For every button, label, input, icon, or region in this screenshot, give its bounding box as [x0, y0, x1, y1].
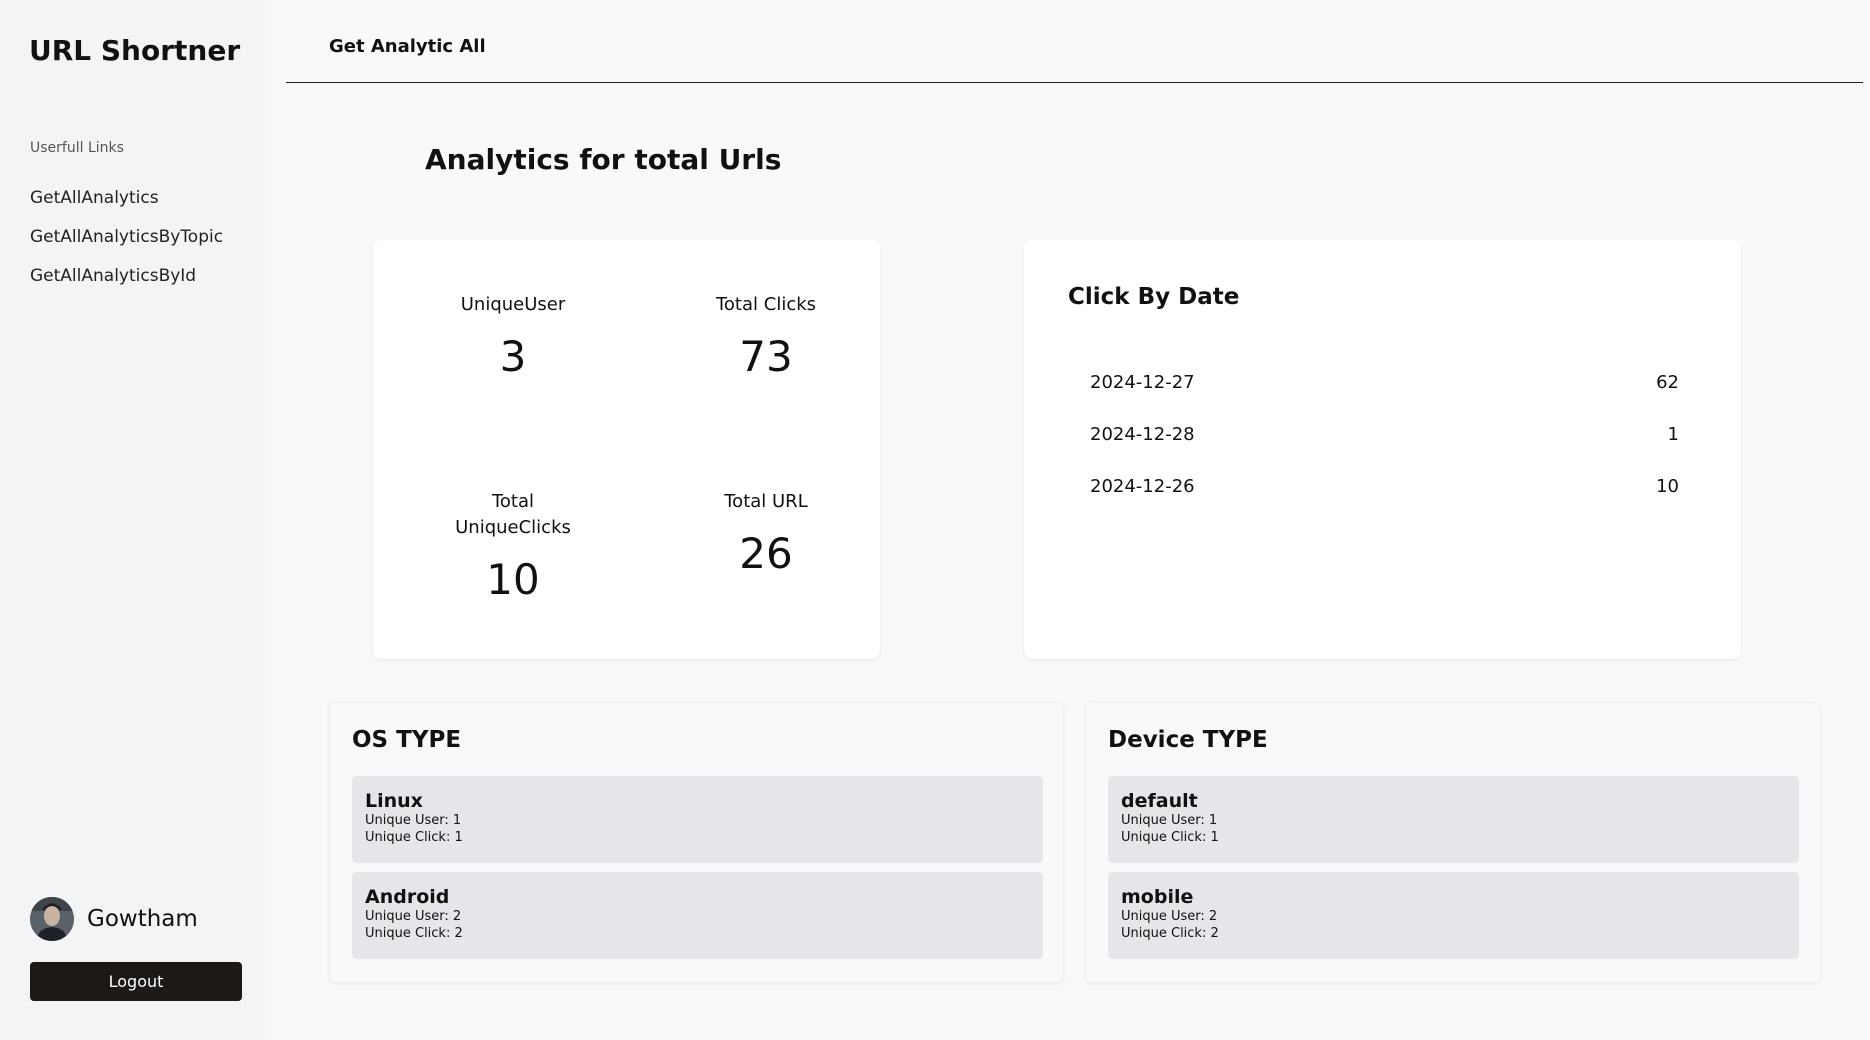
page-title: Analytics for total Urls	[425, 143, 782, 176]
date-row: 2024-12-27 62	[1090, 372, 1679, 393]
unique-click-text: Unique Click: 1	[365, 830, 463, 845]
stat-value: 26	[739, 529, 793, 578]
unique-click-text: Unique Click: 2	[365, 926, 463, 941]
stat-label: Total Clicks	[715, 294, 817, 315]
unique-user-text: Unique User: 1	[1121, 813, 1218, 828]
click-by-date-card: Click By Date 2024-12-27 62 2024-12-28 1…	[1024, 240, 1741, 659]
os-name: Linux	[365, 790, 423, 812]
device-name: mobile	[1121, 886, 1194, 908]
list-item: Linux Unique User: 1 Unique Click: 1	[352, 776, 1043, 863]
click-by-date-title: Click By Date	[1068, 284, 1240, 310]
avatar	[30, 897, 74, 941]
date-value: 2024-12-28	[1090, 424, 1195, 445]
click-count: 62	[1656, 372, 1679, 393]
date-value: 2024-12-27	[1090, 372, 1195, 393]
stat-unique-user: UniqueUser 3	[423, 292, 603, 381]
os-type-title: OS TYPE	[352, 727, 462, 753]
os-type-card: OS TYPE Linux Unique User: 1 Unique Clic…	[329, 702, 1064, 983]
stat-total-url: Total URL 26	[676, 489, 856, 578]
device-type-title: Device TYPE	[1108, 727, 1268, 753]
stat-value: 3	[499, 332, 527, 381]
stat-value: 73	[739, 332, 793, 381]
device-name: default	[1121, 790, 1198, 812]
stat-label: Total URL	[724, 491, 808, 512]
topbar-title: Get Analytic All	[329, 36, 486, 57]
unique-user-text: Unique User: 2	[1121, 909, 1218, 924]
date-row: 2024-12-26 10	[1090, 476, 1679, 497]
click-count: 1	[1667, 424, 1679, 445]
links-heading: Userfull Links	[30, 140, 124, 156]
user-profile[interactable]: Gowtham	[30, 897, 198, 941]
stat-value: 10	[486, 555, 540, 604]
unique-user-text: Unique User: 2	[365, 909, 462, 924]
date-row: 2024-12-28 1	[1090, 424, 1679, 445]
sidebar-item-get-all-analytics-by-topic[interactable]: GetAllAnalyticsByTopic	[30, 227, 223, 247]
stat-label: Total UniqueClicks	[455, 491, 571, 538]
user-name: Gowtham	[87, 906, 198, 932]
device-type-card: Device TYPE default Unique User: 1 Uniqu…	[1085, 702, 1821, 983]
stat-total-clicks: Total Clicks 73	[676, 292, 856, 381]
stat-total-unique-clicks: Total UniqueClicks 10	[423, 489, 603, 604]
sidebar-item-get-all-analytics[interactable]: GetAllAnalytics	[30, 188, 159, 208]
stat-label: UniqueUser	[460, 294, 566, 315]
list-item: Android Unique User: 2 Unique Click: 2	[352, 872, 1043, 959]
stats-card: UniqueUser 3 Total Clicks 73 Total Uniqu…	[373, 240, 880, 659]
date-value: 2024-12-26	[1090, 476, 1195, 497]
sidebar-item-get-all-analytics-by-id[interactable]: GetAllAnalyticsById	[30, 266, 196, 286]
logout-button[interactable]: Logout	[30, 962, 242, 1001]
sidebar: URL Shortner Userfull Links GetAllAnalyt…	[0, 0, 265, 1040]
os-name: Android	[365, 886, 450, 908]
unique-click-text: Unique Click: 2	[1121, 926, 1219, 941]
unique-click-text: Unique Click: 1	[1121, 830, 1219, 845]
list-item: mobile Unique User: 2 Unique Click: 2	[1108, 872, 1799, 959]
unique-user-text: Unique User: 1	[365, 813, 462, 828]
app-brand: URL Shortner	[29, 34, 241, 67]
top-bar: Get Analytic All	[286, 0, 1863, 83]
user-avatar-icon	[30, 897, 74, 941]
list-item: default Unique User: 1 Unique Click: 1	[1108, 776, 1799, 863]
click-count: 10	[1656, 476, 1679, 497]
